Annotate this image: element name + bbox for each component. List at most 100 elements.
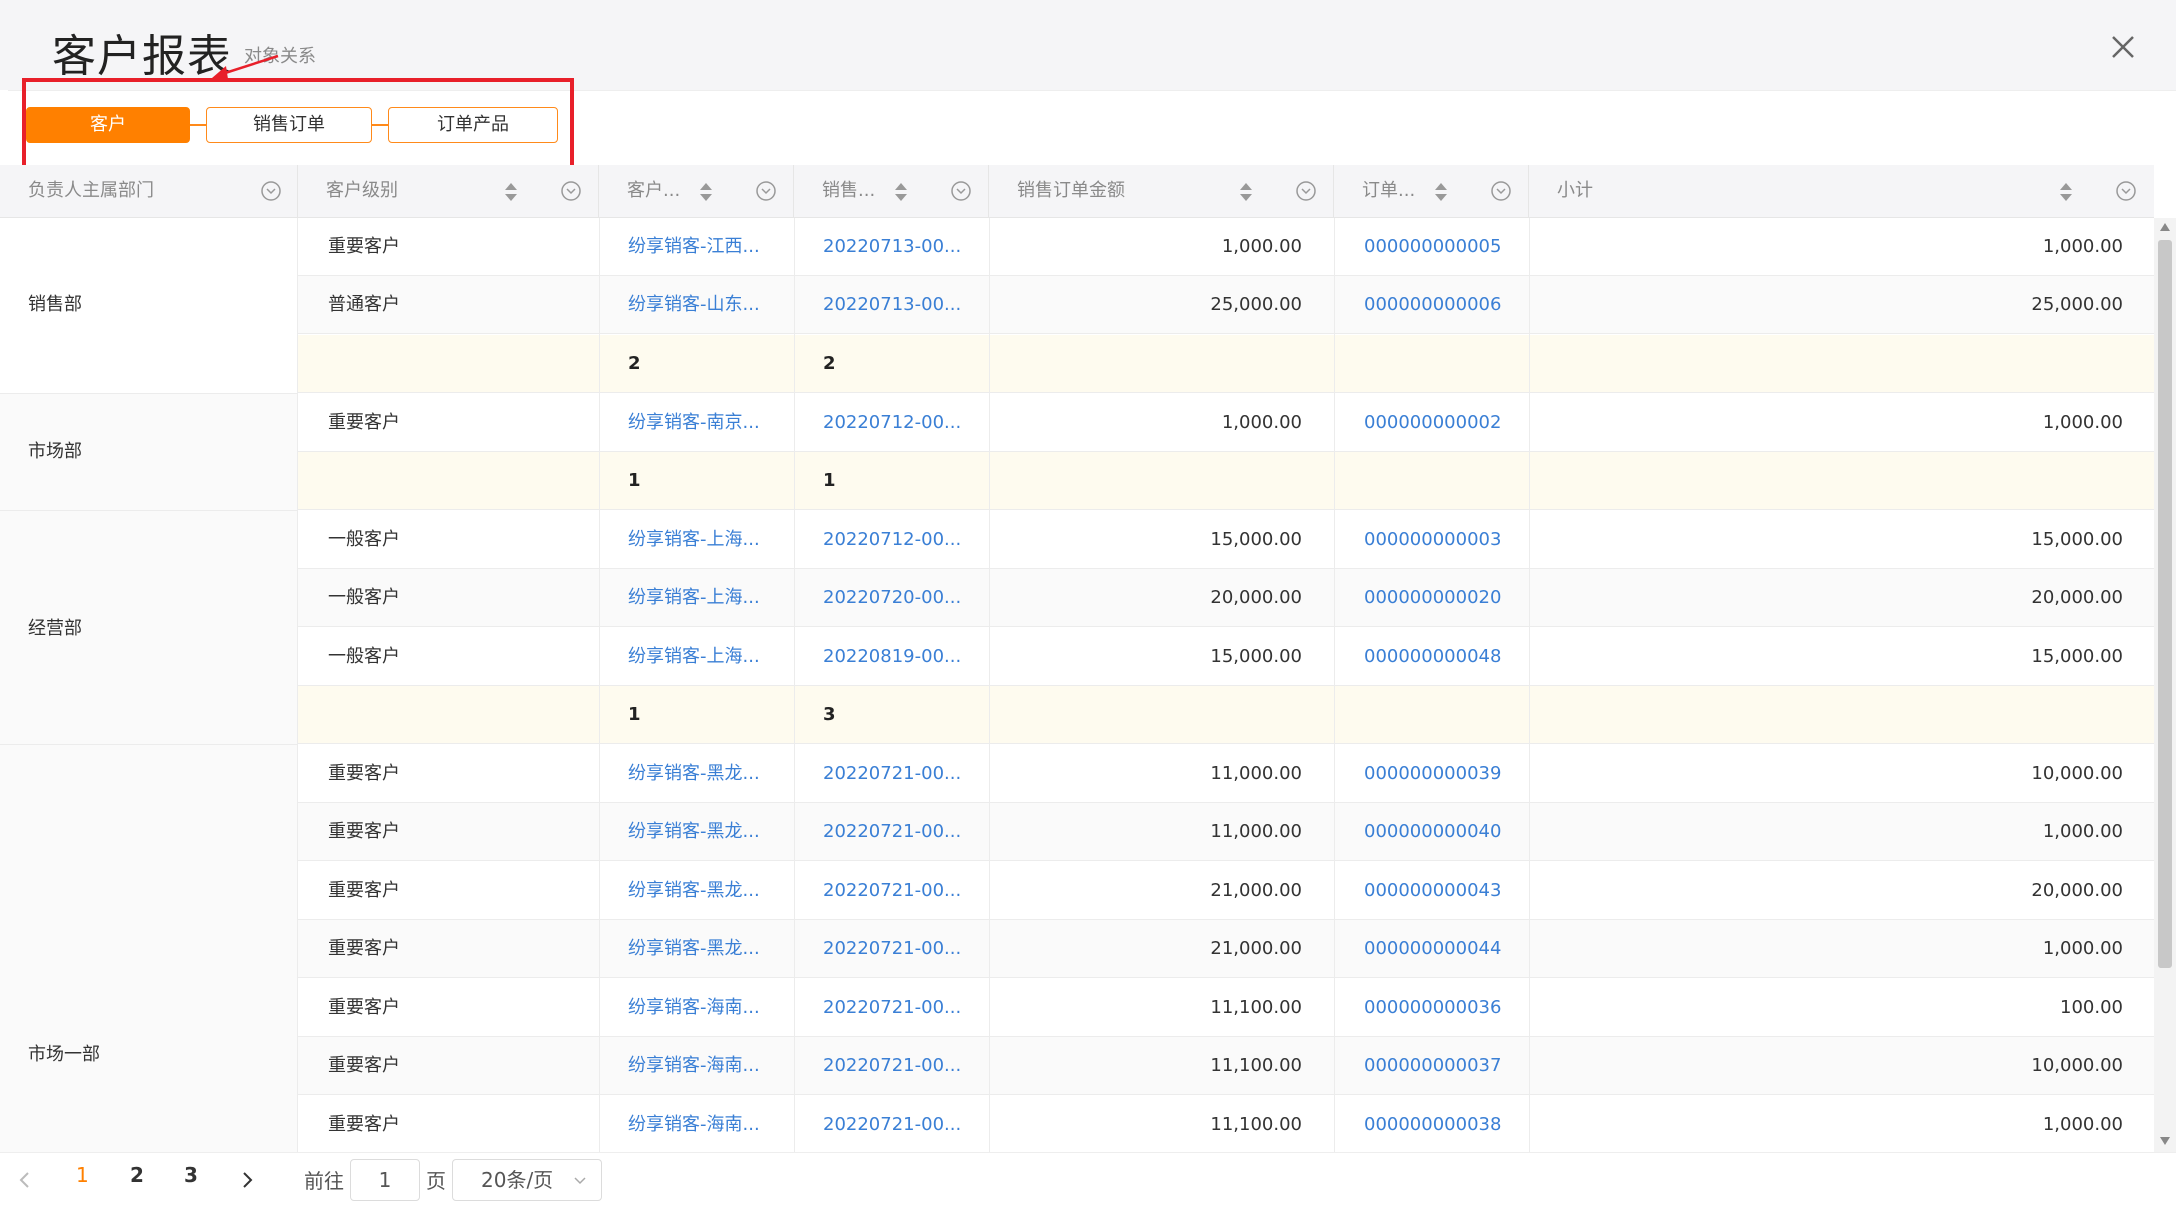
sort-icon[interactable]: [699, 182, 713, 202]
cell-customer-link[interactable]: 纷享销客-上海...: [628, 511, 768, 569]
step-sales-order[interactable]: 销售订单: [206, 107, 372, 143]
cell-order-link[interactable]: 20220721-00...: [823, 745, 963, 803]
filter-icon[interactable]: [1295, 180, 1317, 202]
cell-amount: 21,000.00: [1210, 880, 1302, 901]
table-row: 一般客户 纷享销客-上海... 20220712-00... 15,000.00…: [298, 511, 2154, 569]
column-header-level[interactable]: 客户级别: [298, 165, 599, 217]
filter-icon[interactable]: [2115, 180, 2137, 202]
table-header: 负责人主属部门 客户级别 客户... 销售... 销售订单金额 订单... 小计: [0, 165, 2154, 218]
cell-order-link[interactable]: 20220721-00...: [823, 803, 963, 861]
cell-customer-link[interactable]: 纷享销客-黑龙...: [628, 920, 768, 978]
filter-icon[interactable]: [950, 180, 972, 202]
close-icon[interactable]: [2108, 32, 2138, 62]
next-page-icon[interactable]: [242, 1171, 254, 1189]
cell-customer-link[interactable]: 纷享销客-山东...: [628, 276, 768, 334]
cell-customer-link[interactable]: 纷享销客-海南...: [628, 1096, 768, 1152]
cell-order-no-link[interactable]: 000000000048: [1364, 628, 1544, 686]
cell-order-no-link[interactable]: 000000000003: [1364, 511, 1544, 569]
cell-customer-link[interactable]: 纷享销客-上海...: [628, 628, 768, 686]
cell-order-link[interactable]: 20220720-00...: [823, 569, 963, 627]
cell-level: 重要客户: [328, 821, 400, 842]
scroll-down-icon[interactable]: [2159, 1136, 2171, 1146]
sort-icon[interactable]: [2059, 182, 2073, 202]
column-divider: [989, 218, 990, 1152]
cell-order-link[interactable]: 20220819-00...: [823, 628, 963, 686]
cell-order-link[interactable]: 20220721-00...: [823, 1096, 963, 1152]
cell-order-link[interactable]: 20220712-00...: [823, 394, 963, 452]
page-number-2[interactable]: 2: [130, 1163, 144, 1187]
cell-customer-link[interactable]: 纷享销客-上海...: [628, 569, 768, 627]
page-number-1[interactable]: 1: [76, 1163, 89, 1187]
column-header-subtotal[interactable]: 小计: [1529, 165, 2154, 217]
table-row: 重要客户 纷享销客-黑龙... 20220721-00... 21,000.00…: [298, 920, 2154, 978]
column-header-order-no[interactable]: 订单...: [1334, 165, 1529, 217]
cell-level: 重要客户: [328, 412, 400, 433]
cell-customer-link[interactable]: 纷享销客-黑龙...: [628, 745, 768, 803]
column-label: 销售...: [822, 180, 876, 201]
sort-icon[interactable]: [504, 182, 518, 202]
cell-order-no-link[interactable]: 000000000005: [1364, 218, 1544, 276]
step-customer[interactable]: 客户: [26, 107, 190, 143]
cell-order-link[interactable]: 20220721-00...: [823, 1037, 963, 1095]
cell-order-no-link[interactable]: 000000000038: [1364, 1096, 1544, 1152]
column-header-sales-order[interactable]: 销售...: [794, 165, 989, 217]
cell-customer-link[interactable]: 纷享销客-海南...: [628, 1037, 768, 1095]
cell-order-no-link[interactable]: 000000000044: [1364, 920, 1544, 978]
cell-subtotal-count: 1: [628, 470, 641, 491]
subtotal-row: 1 3: [298, 686, 2154, 744]
table-row: 重要客户 纷享销客-江西... 20220713-00... 1,000.00 …: [298, 218, 2154, 276]
column-label: 订单...: [1362, 180, 1416, 201]
goto-page-input[interactable]: 1: [350, 1159, 420, 1201]
step-connector: [190, 124, 206, 126]
cell-level: 一般客户: [328, 587, 400, 608]
cell-order-no-link[interactable]: 000000000002: [1364, 394, 1544, 452]
table-row: 重要客户 纷享销客-南京... 20220712-00... 1,000.00 …: [298, 394, 2154, 452]
column-header-department[interactable]: 负责人主属部门: [0, 165, 298, 217]
page-size-select[interactable]: 20条/页: [452, 1159, 602, 1201]
cell-order-link[interactable]: 20220721-00...: [823, 979, 963, 1037]
cell-order-link[interactable]: 20220721-00...: [823, 862, 963, 920]
cell-order-link[interactable]: 20220713-00...: [823, 218, 963, 276]
filter-icon[interactable]: [560, 180, 582, 202]
column-header-customer[interactable]: 客户...: [599, 165, 794, 217]
cell-customer-link[interactable]: 纷享销客-江西...: [628, 218, 768, 276]
sort-icon[interactable]: [1239, 182, 1253, 202]
filter-icon[interactable]: [755, 180, 777, 202]
scroll-up-icon[interactable]: [2159, 222, 2171, 232]
column-divider: [794, 218, 795, 1152]
cell-subtotal: 100.00: [2060, 997, 2123, 1018]
cell-order-no-link[interactable]: 000000000037: [1364, 1037, 1544, 1095]
vertical-scrollbar[interactable]: [2154, 218, 2176, 1152]
page-size-value: 20条/页: [481, 1168, 554, 1192]
cell-level: 重要客户: [328, 938, 400, 959]
cell-order-no-link[interactable]: 000000000043: [1364, 862, 1544, 920]
cell-order-no-link[interactable]: 000000000020: [1364, 569, 1544, 627]
filter-icon[interactable]: [1490, 180, 1512, 202]
cell-order-no-link[interactable]: 000000000006: [1364, 276, 1544, 334]
subtotal-row: 1 1: [298, 452, 2154, 510]
cell-subtotal: 15,000.00: [2031, 529, 2123, 550]
filter-icon[interactable]: [260, 180, 282, 202]
sort-icon[interactable]: [894, 182, 908, 202]
cell-order-no-link[interactable]: 000000000036: [1364, 979, 1544, 1037]
prev-page-icon[interactable]: [18, 1171, 30, 1189]
cell-subtotal: 20,000.00: [2031, 880, 2123, 901]
cell-subtotal-count: 1: [628, 704, 641, 725]
scrollbar-thumb[interactable]: [2158, 240, 2172, 968]
cell-level: 普通客户: [328, 294, 400, 315]
sort-icon[interactable]: [1434, 182, 1448, 202]
cell-order-no-link[interactable]: 000000000040: [1364, 803, 1544, 861]
step-order-product[interactable]: 订单产品: [388, 107, 558, 143]
cell-amount: 15,000.00: [1210, 646, 1302, 667]
column-header-order-amount[interactable]: 销售订单金额: [989, 165, 1334, 217]
cell-order-no-link[interactable]: 000000000039: [1364, 745, 1544, 803]
cell-customer-link[interactable]: 纷享销客-黑龙...: [628, 862, 768, 920]
column-divider: [1334, 218, 1335, 1152]
cell-customer-link[interactable]: 纷享销客-海南...: [628, 979, 768, 1037]
cell-order-link[interactable]: 20220721-00...: [823, 920, 963, 978]
cell-order-link[interactable]: 20220712-00...: [823, 511, 963, 569]
cell-customer-link[interactable]: 纷享销客-黑龙...: [628, 803, 768, 861]
cell-customer-link[interactable]: 纷享销客-南京...: [628, 394, 768, 452]
page-number-3[interactable]: 3: [184, 1163, 198, 1187]
cell-order-link[interactable]: 20220713-00...: [823, 276, 963, 334]
